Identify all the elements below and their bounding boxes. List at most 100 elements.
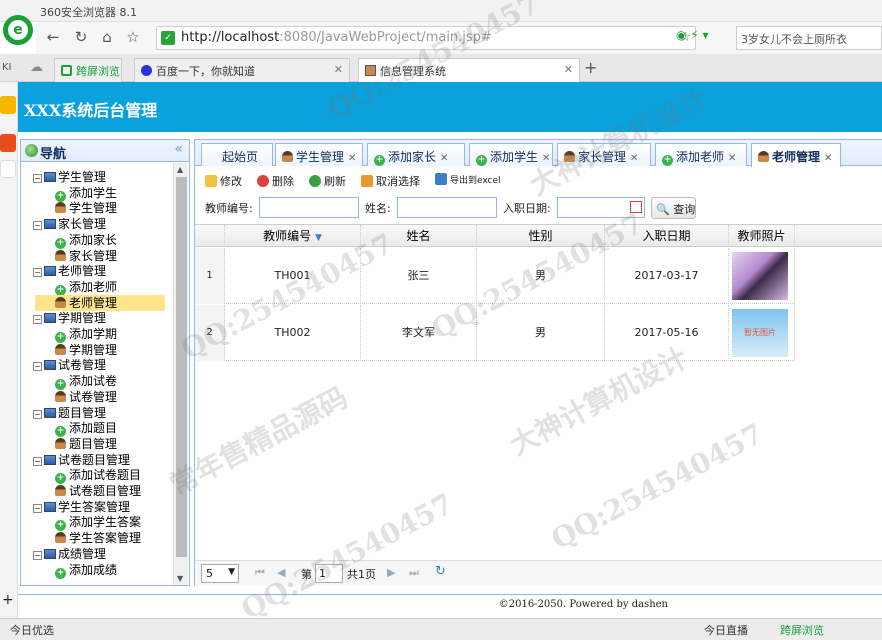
teacher-no-input[interactable]: [259, 197, 359, 218]
new-tab-plus-icon[interactable]: +: [584, 58, 597, 77]
address-bar[interactable]: ✓ http://localhost:8080/JavaWebProject/m…: [156, 26, 696, 50]
back-arrow-icon[interactable]: ←: [44, 28, 62, 46]
tree-leaf[interactable]: + 添加题目: [55, 420, 117, 438]
tree-folder[interactable]: − 题目管理: [33, 405, 106, 421]
tree-leaf[interactable]: 学生答案管理: [55, 530, 141, 546]
tree-leaf[interactable]: + 添加家长: [55, 232, 117, 249]
browser-tab-baidu[interactable]: 百度一下，你就知道 ✕: [134, 58, 350, 82]
next-page-icon[interactable]: ▶: [387, 566, 395, 579]
tree-leaf[interactable]: 学生管理: [55, 200, 117, 216]
home-icon[interactable]: ⌂: [98, 28, 116, 46]
tree-leaf[interactable]: + 添加试卷: [55, 373, 117, 391]
col-photo[interactable]: 教师照片: [729, 225, 795, 247]
tree-folder[interactable]: − 成绩管理: [33, 546, 106, 562]
tree-leaf[interactable]: + 添加学生答案: [55, 514, 141, 532]
tab-start-page[interactable]: 起始页: [201, 143, 273, 166]
status-today-picks[interactable]: 今日优选: [10, 622, 54, 638]
col-join-date[interactable]: 入职日期: [605, 225, 729, 247]
tree-folder[interactable]: − 家长管理: [33, 216, 106, 232]
collapse-toggle-icon[interactable]: −: [33, 503, 42, 513]
tree-folder[interactable]: − 学生管理: [33, 169, 106, 185]
cloud-icon[interactable]: ☁: [30, 60, 43, 75]
nav-scrollbar[interactable]: ▲ ▼: [173, 163, 188, 585]
collapse-toggle-icon[interactable]: −: [33, 315, 42, 325]
tab-student-manage[interactable]: 学生管理 ✕: [275, 143, 363, 166]
tree-folder[interactable]: − 老师管理: [33, 263, 106, 279]
search-button[interactable]: 🔍 查询: [651, 197, 696, 219]
collapse-toggle-icon[interactable]: −: [33, 362, 42, 372]
calendar-icon[interactable]: [630, 201, 642, 213]
tree-leaf[interactable]: 试卷管理: [55, 389, 117, 405]
tree-folder[interactable]: − 试卷管理: [33, 357, 106, 373]
tree-leaf[interactable]: 试卷题目管理: [55, 483, 141, 499]
col-teacher-no[interactable]: 教师编号 ▼: [225, 225, 361, 247]
collapse-toggle-icon[interactable]: −: [33, 268, 42, 278]
collapse-double-chevron-icon[interactable]: «: [174, 141, 183, 157]
close-icon[interactable]: ✕: [630, 153, 638, 164]
page-size-select[interactable]: 5 ▼: [201, 564, 239, 583]
scroll-thumb[interactable]: [176, 177, 187, 557]
pager-refresh-icon[interactable]: ↻: [435, 564, 446, 579]
tree-leaf[interactable]: + 添加学生: [55, 185, 117, 202]
browser-tab-info-system[interactable]: 信息管理系统 ✕: [358, 58, 580, 82]
tab-list-icon[interactable]: KI: [2, 62, 12, 73]
tree-leaf[interactable]: 题目管理: [55, 436, 117, 452]
delete-button[interactable]: 删除: [257, 173, 294, 189]
collapse-toggle-icon[interactable]: −: [33, 550, 42, 560]
add-sidebar-plus-icon[interactable]: +: [2, 592, 14, 608]
collapse-toggle-icon[interactable]: −: [33, 174, 42, 183]
tab-add-teacher[interactable]: + 添加老师 ✕: [655, 143, 747, 166]
search-box[interactable]: 3岁女儿不会上厕所衣: [736, 26, 882, 50]
bookmark-star-icon[interactable]: ☆: [124, 28, 142, 46]
refresh-button[interactable]: 刷新: [309, 173, 346, 189]
tree-leaf[interactable]: + 添加学期: [55, 326, 117, 343]
tab-teacher-manage[interactable]: 老师管理 ✕: [751, 143, 841, 167]
cancel-select-button[interactable]: 取消选择: [361, 173, 420, 189]
computer-icon: [44, 501, 56, 512]
reload-icon[interactable]: ↻: [72, 28, 90, 46]
mail-icon[interactable]: [0, 160, 16, 178]
tab-parent-manage[interactable]: 家长管理 ✕: [557, 143, 651, 166]
edit-button[interactable]: 修改: [205, 173, 242, 189]
col-sex[interactable]: 性别: [477, 225, 605, 247]
tree-leaf[interactable]: + 添加试卷题目: [55, 467, 141, 485]
tree-leaf[interactable]: + 添加成绩: [55, 562, 117, 579]
status-today-live[interactable]: 今日直播: [704, 622, 748, 638]
last-page-icon[interactable]: ⏭: [409, 566, 419, 580]
page-number-input[interactable]: 1: [315, 564, 343, 583]
tab-add-student[interactable]: + 添加学生 ✕: [469, 143, 553, 166]
close-icon[interactable]: ✕: [542, 153, 550, 164]
scroll-down-arrow-icon[interactable]: ▼: [177, 574, 183, 583]
tree-leaf[interactable]: 老师管理: [35, 294, 165, 311]
tree-leaf[interactable]: 学期管理: [55, 342, 117, 358]
export-excel-button[interactable]: 导出到excel: [435, 173, 501, 186]
close-icon[interactable]: ✕: [348, 153, 356, 164]
collapse-toggle-icon[interactable]: −: [33, 409, 42, 419]
col-name[interactable]: 姓名: [361, 225, 477, 247]
prev-page-icon[interactable]: ◀: [277, 566, 285, 579]
close-tab-icon[interactable]: ✕: [564, 63, 573, 76]
date-input[interactable]: [557, 197, 645, 218]
extension-icons[interactable]: ◉ ⚡ ▾: [676, 28, 709, 42]
favorites-star-icon[interactable]: [0, 96, 16, 114]
table-row[interactable]: 1 TH001 张三 男 2017-03-17: [195, 248, 795, 304]
tab-add-parent[interactable]: + 添加家长 ✕: [367, 143, 465, 166]
collapse-toggle-icon[interactable]: −: [33, 221, 42, 231]
status-cross-screen[interactable]: 跨屏浏览: [780, 622, 824, 638]
table-row[interactable]: 2 TH002 李文军 男 2017-05-16 暂无图片: [195, 305, 795, 361]
tree-folder[interactable]: − 学生答案管理: [33, 499, 130, 515]
weibo-icon[interactable]: [0, 134, 16, 152]
collapse-toggle-icon[interactable]: −: [33, 456, 42, 466]
close-icon[interactable]: ✕: [824, 153, 832, 164]
tree-leaf[interactable]: 家长管理: [55, 248, 117, 264]
tree-folder[interactable]: − 试卷题目管理: [33, 452, 130, 468]
name-input[interactable]: [397, 197, 497, 218]
first-page-icon[interactable]: ⏮: [255, 566, 265, 580]
tree-leaf[interactable]: + 添加老师: [55, 279, 117, 296]
close-icon[interactable]: ✕: [440, 153, 448, 164]
close-tab-icon[interactable]: ✕: [334, 63, 343, 76]
tree-folder[interactable]: − 学期管理: [33, 310, 106, 326]
close-icon[interactable]: ✕: [728, 153, 736, 164]
scroll-up-arrow-icon[interactable]: ▲: [177, 165, 183, 174]
browser-tab-cross-screen[interactable]: 跨屏浏览: [54, 58, 122, 82]
